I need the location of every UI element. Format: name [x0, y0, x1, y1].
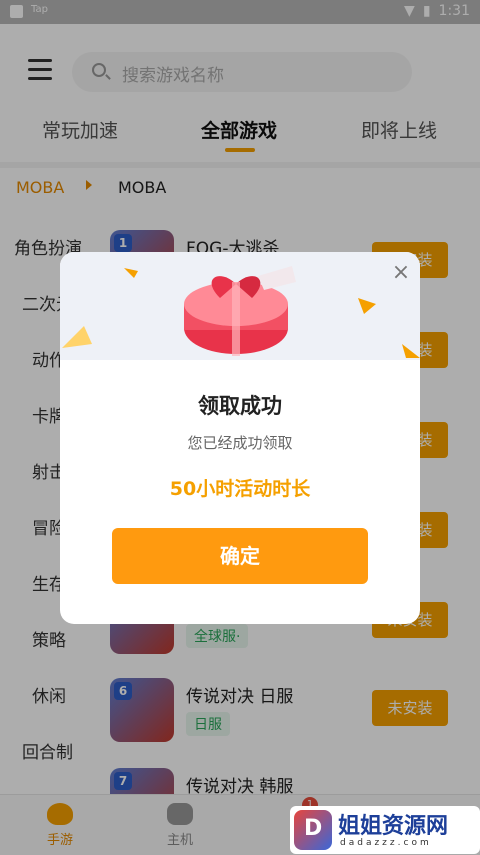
- watermark-logo-icon: [294, 810, 332, 850]
- confetti-icon: [62, 326, 92, 348]
- confirm-button[interactable]: 确定: [112, 528, 368, 584]
- confetti-icon: [402, 344, 420, 358]
- dialog-header: ×: [60, 252, 420, 360]
- watermark-title: 姐姐资源网: [338, 814, 449, 839]
- close-icon[interactable]: ×: [390, 262, 412, 284]
- confetti-icon: [358, 298, 376, 314]
- gift-box-icon: [184, 266, 296, 356]
- watermark-url: dadazzz.com: [340, 838, 432, 848]
- reward-dialog: × 领取成功 您已经成功领取 50小时活动时长 确定: [60, 252, 420, 624]
- reward-text: 50小时活动时长: [169, 478, 311, 500]
- confetti-icon: [124, 268, 138, 278]
- dialog-title: 领取成功: [198, 394, 282, 418]
- dialog-subtitle: 您已经成功领取: [187, 434, 293, 452]
- watermark: 姐姐资源网 dadazzz.com: [290, 806, 480, 854]
